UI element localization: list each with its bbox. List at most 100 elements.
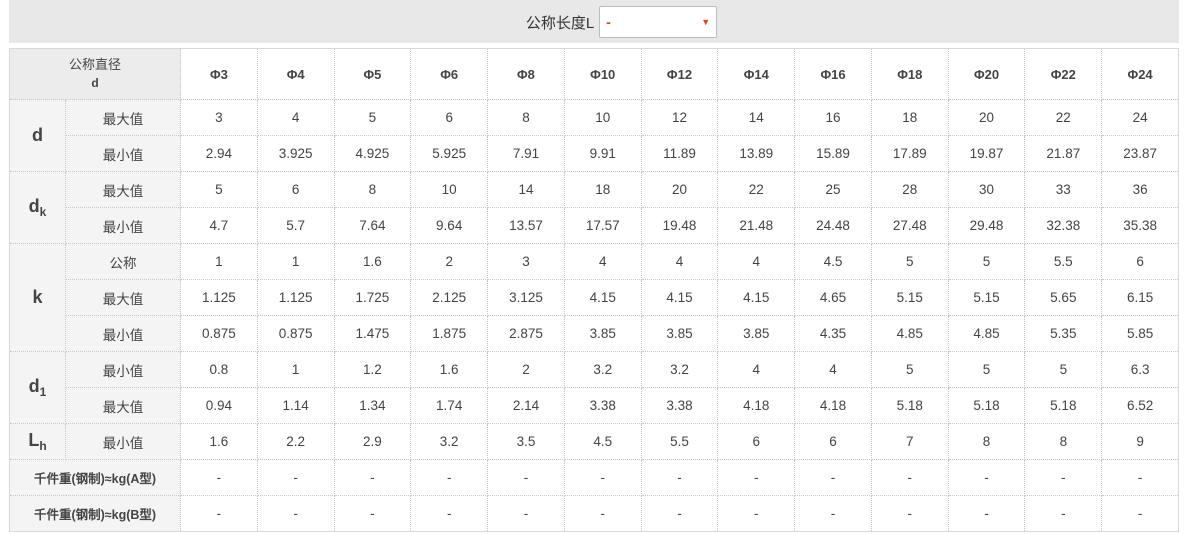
- value-cell: 15.89: [794, 135, 872, 172]
- row-label: 公称: [64, 243, 182, 280]
- value-cell: 30: [947, 171, 1026, 208]
- value-cell: 0.875: [256, 315, 335, 352]
- column-header: Φ24: [1101, 48, 1179, 100]
- column-header: Φ4: [256, 48, 335, 100]
- value-cell: 23.87: [1101, 135, 1179, 172]
- value-cell: 5.85: [1101, 315, 1179, 352]
- value-cell: 8: [1024, 423, 1103, 460]
- value-cell: 25: [794, 171, 872, 208]
- weight-value-cell: -: [180, 495, 258, 532]
- value-cell: 2.14: [487, 387, 565, 424]
- value-cell: 5: [180, 171, 258, 208]
- value-cell: 4.85: [947, 315, 1026, 352]
- weight-value-cell: -: [487, 459, 565, 496]
- value-cell: 1: [180, 243, 258, 280]
- group-subscript: k: [39, 205, 47, 219]
- value-cell: 6: [794, 423, 872, 460]
- value-cell: 5.65: [1024, 279, 1103, 316]
- weight-value-cell: -: [640, 459, 719, 496]
- value-cell: 9: [1101, 423, 1179, 460]
- weight-value-cell: -: [333, 459, 412, 496]
- value-cell: 19.87: [947, 135, 1026, 172]
- value-cell: 3: [487, 243, 565, 280]
- value-cell: 14: [487, 171, 565, 208]
- weight-value-cell: -: [794, 459, 872, 496]
- table-body: d 最大值 3 4 5 6 8 10 12 14 16 18 20 22 24 最小值 2.94 3.925 4.9…: [8, 99, 1179, 532]
- row-label: 最小值: [64, 423, 182, 460]
- value-cell: 4.5: [563, 423, 642, 460]
- value-cell: 0.94: [180, 387, 258, 424]
- column-header: Φ14: [717, 48, 796, 100]
- value-cell: 6.3: [1101, 351, 1179, 388]
- weight-row: 千件重(钢制)≈kg(A型) - - - - - - - - - - - - -: [8, 459, 1179, 496]
- group-symbol: k: [32, 287, 43, 307]
- value-cell: 5: [870, 351, 949, 388]
- value-cell: 21.48: [717, 207, 796, 244]
- value-cell: 9.91: [563, 135, 642, 172]
- group-symbol-cell: dk: [9, 171, 66, 244]
- group-symbol-cell: d1: [9, 351, 66, 424]
- length-select-value: -: [606, 13, 611, 30]
- weight-row: 千件重(钢制)≈kg(B型) - - - - - - - - - - - - -: [8, 495, 1179, 532]
- column-header: Φ8: [487, 48, 565, 100]
- weight-value-cell: -: [1101, 459, 1179, 496]
- weight-value-cell: -: [333, 495, 412, 532]
- value-cell: 5.18: [870, 387, 949, 424]
- length-filter-label: 公称长度L: [525, 15, 595, 32]
- weight-value-cell: -: [180, 459, 258, 496]
- value-cell: 20: [640, 171, 719, 208]
- value-cell: 4: [256, 99, 335, 136]
- value-cell: 0.875: [180, 315, 258, 352]
- row-label: 最大值: [64, 279, 182, 316]
- value-cell: 17.57: [563, 207, 642, 244]
- value-cell: 3.2: [640, 351, 719, 388]
- value-cell: 4: [794, 351, 872, 388]
- value-cell: 16: [794, 99, 872, 136]
- weight-value-cell: -: [717, 459, 796, 496]
- weight-value-cell: -: [947, 459, 1026, 496]
- value-cell: 1.6: [180, 423, 258, 460]
- weight-row-label: 千件重(钢制)≈kg(B型): [8, 495, 182, 532]
- value-cell: 10: [410, 171, 489, 208]
- value-cell: 7.64: [333, 207, 412, 244]
- value-cell: 5: [333, 99, 412, 136]
- value-cell: 11.89: [640, 135, 719, 172]
- value-cell: 3.5: [487, 423, 565, 460]
- row-label: 最大值: [64, 99, 182, 136]
- weight-value-cell: -: [947, 495, 1026, 532]
- value-cell: 1.475: [333, 315, 412, 352]
- value-cell: 14: [717, 99, 796, 136]
- value-cell: 29.48: [947, 207, 1026, 244]
- value-cell: 6: [256, 171, 335, 208]
- value-cell: 22: [717, 171, 796, 208]
- value-cell: 3.85: [563, 315, 642, 352]
- value-cell: 1.125: [180, 279, 258, 316]
- header-row: 公称直径 d Φ3 Φ4 Φ5 Φ6 Φ8 Φ10 Φ12 Φ14 Φ16 Φ18 Φ20 Φ22 Φ2…: [8, 48, 1179, 100]
- value-cell: 4.7: [180, 207, 258, 244]
- value-cell: 4: [640, 243, 719, 280]
- corner-symbol: d: [91, 76, 99, 90]
- value-cell: 13.57: [487, 207, 565, 244]
- value-cell: 4.85: [870, 315, 949, 352]
- table-row: d 最大值 3 4 5 6 8 10 12 14 16 18 20 22 24: [9, 99, 1179, 172]
- value-cell: 1.74: [410, 387, 489, 424]
- value-cell: 5.18: [1024, 387, 1103, 424]
- value-cell: 5.35: [1024, 315, 1103, 352]
- table-row: Lh 最小值 1.6 2.2 2.9 3.2 3.5 4.5 5.5 6 6 7 8 8 9: [9, 423, 1179, 460]
- weight-row-label: 千件重(钢制)≈kg(A型): [8, 459, 182, 496]
- row-label: 最大值: [64, 387, 182, 424]
- dropdown-caret-icon: ▼: [701, 16, 711, 27]
- value-cell: 1.2: [333, 351, 412, 388]
- value-cell: 4.35: [794, 315, 872, 352]
- group-symbol: L: [28, 430, 40, 450]
- weight-value-cell: -: [870, 495, 949, 532]
- value-cell: 6: [1101, 243, 1179, 280]
- length-select[interactable]: - ▼: [599, 5, 718, 38]
- weight-value-cell: -: [717, 495, 796, 532]
- value-cell: 4.65: [794, 279, 872, 316]
- value-cell: 9.64: [410, 207, 489, 244]
- value-cell: 5: [947, 243, 1026, 280]
- filter-bar: 公称长度L - ▼: [9, 0, 1179, 43]
- table-row: 最小值 0.875 0.875 1.475 1.875 2.875 3.85 3.85 3.85…: [10, 315, 1179, 352]
- weight-value-cell: -: [794, 495, 872, 532]
